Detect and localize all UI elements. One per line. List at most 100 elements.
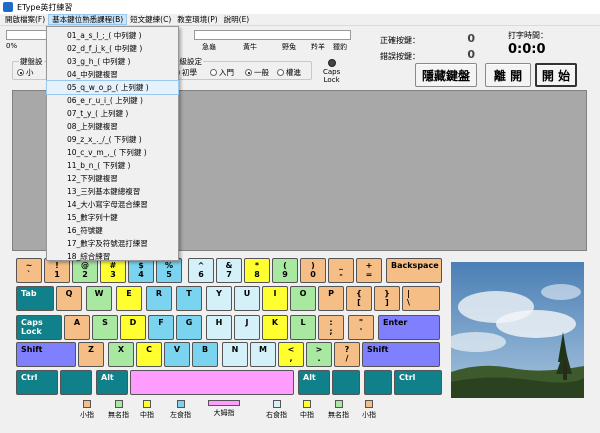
key[interactable]: B	[192, 342, 218, 367]
key-bottom-label: =	[365, 270, 373, 279]
key[interactable]: {[	[346, 286, 372, 311]
dropdown-item[interactable]: 17_數字及符號混打練習	[47, 237, 178, 250]
key[interactable]: T	[176, 286, 202, 311]
dropdown-item[interactable]: 10_c_v_m_,_( 下列鍵 )	[47, 146, 178, 159]
dropdown-item[interactable]: 06_e_r_u_i_( 上列鍵 )	[47, 94, 178, 107]
key[interactable]: V	[164, 342, 190, 367]
key[interactable]: & 7	[216, 258, 242, 283]
key[interactable]: + =	[356, 258, 382, 283]
keyboard-option-radio[interactable]: 小	[17, 67, 34, 78]
key[interactable]	[130, 370, 294, 395]
menu-classroom[interactable]: 教室環境(P)	[174, 14, 220, 25]
key[interactable]: :;	[318, 315, 344, 340]
dropdown-item[interactable]: 08_上列鍵複習	[47, 120, 178, 133]
dropdown-item[interactable]: 14_大小寫字母混合練習	[47, 198, 178, 211]
key[interactable]: | \	[402, 286, 440, 311]
key[interactable]: Shift	[16, 342, 76, 367]
key[interactable]: K	[262, 315, 288, 340]
key[interactable]: L	[290, 315, 316, 340]
dropdown-item[interactable]: 07_t_y_( 上列鍵 )	[47, 107, 178, 120]
key[interactable]: J	[234, 315, 260, 340]
key[interactable]	[60, 370, 92, 395]
dropdown-item[interactable]: 05_q_w_o_p_( 上列鍵 )	[46, 80, 179, 95]
menu-basic-keys[interactable]: 基本鍵位熟悉課程(B)	[48, 14, 128, 25]
key[interactable]: M	[250, 342, 276, 367]
key[interactable]	[332, 370, 360, 395]
key[interactable]: G	[176, 315, 202, 340]
key[interactable]: Alt	[96, 370, 128, 395]
key[interactable]: Backspace	[386, 258, 442, 283]
key[interactable]: Z	[78, 342, 104, 367]
key[interactable]: * 8	[244, 258, 270, 283]
key-bottom-label: ;	[329, 327, 333, 336]
key-bottom-label: `	[27, 270, 31, 279]
key[interactable]: ~ `	[16, 258, 42, 283]
key[interactable]: Shift	[362, 342, 440, 367]
key[interactable]: W	[86, 286, 112, 311]
key[interactable]: " '	[348, 315, 374, 340]
key[interactable]: S	[92, 315, 118, 340]
key[interactable]: _ -	[328, 258, 354, 283]
dropdown-item[interactable]: 03_g_h_( 中列鍵 )	[47, 55, 178, 68]
level-entry-radio[interactable]: 入門	[210, 67, 234, 78]
dropdown-item[interactable]: 15_數字列十鍵	[47, 211, 178, 224]
key[interactable]: H	[206, 315, 232, 340]
level-normal-radio[interactable]: 一般	[245, 67, 269, 78]
key[interactable]: Enter	[378, 315, 440, 340]
key[interactable]: A	[64, 315, 90, 340]
key-top-label: ?	[344, 345, 350, 354]
key[interactable]: Y	[206, 286, 232, 311]
key[interactable]: Ctrl	[16, 370, 58, 395]
key[interactable]: R	[146, 286, 172, 311]
key[interactable]	[364, 370, 392, 395]
key[interactable]: Ctrl	[394, 370, 442, 395]
dropdown-item[interactable]: 16_符號鍵	[47, 224, 178, 237]
key[interactable]: O	[290, 286, 316, 311]
key[interactable]: P	[318, 286, 344, 311]
key-top-label: Shift	[21, 345, 43, 354]
key[interactable]: >.	[306, 342, 332, 367]
key[interactable]: Tab	[16, 286, 54, 311]
key[interactable]: U	[234, 286, 260, 311]
dropdown-item[interactable]: 01_a_s_l_;_( 中列鍵 )	[47, 29, 178, 42]
leave-button[interactable]: 離 開	[485, 63, 531, 87]
key-top-label: U	[243, 289, 251, 298]
typing-time-label: 打字時間：	[508, 31, 548, 40]
hide-keyboard-button[interactable]: 隱藏鍵盤	[415, 63, 477, 87]
key[interactable]: X	[108, 342, 134, 367]
legend-swatch	[365, 400, 373, 408]
menu-short-text[interactable]: 短文鍵練(C)	[127, 14, 174, 25]
key[interactable]: <,	[278, 342, 304, 367]
key[interactable]: ) 0	[300, 258, 326, 283]
key[interactable]: N	[222, 342, 248, 367]
dropdown-item[interactable]: 11_b_n_( 下列鍵 )	[47, 159, 178, 172]
menu-help[interactable]: 說明(E)	[221, 14, 253, 25]
key-bottom-label: 1	[54, 270, 60, 279]
key[interactable]: D	[120, 315, 146, 340]
key[interactable]: ? /	[334, 342, 360, 367]
key-top-label: ^	[197, 261, 205, 270]
dropdown-item[interactable]: 09_z_x_._/_( 下列鍵 )	[47, 133, 178, 146]
key[interactable]: Caps Lock	[16, 315, 62, 340]
dropdown-item[interactable]: 13_三列基本鍵總複習	[47, 185, 178, 198]
key[interactable]: ^ 6	[188, 258, 214, 283]
key[interactable]: Q	[56, 286, 82, 311]
dropdown-item[interactable]: 04_中列鍵複習	[47, 68, 178, 81]
dropdown-item[interactable]: 12_下列鍵複習	[47, 172, 178, 185]
key-bottom-label: 8	[254, 270, 260, 279]
key[interactable]: C	[136, 342, 162, 367]
key[interactable]: Alt	[298, 370, 330, 395]
key[interactable]: (9	[272, 258, 298, 283]
start-button[interactable]: 開 始	[535, 63, 577, 87]
menu-file[interactable]: 開啟檔案(F)	[2, 14, 48, 25]
radio-dot	[245, 69, 252, 76]
key[interactable]: F	[148, 315, 174, 340]
dropdown-item[interactable]: 18_綜合練習	[47, 250, 178, 263]
key[interactable]: I	[262, 286, 288, 311]
key-bottom-label: '	[359, 327, 363, 336]
dropdown-item[interactable]: 02_d_f_j_k_( 中列鍵 )	[47, 42, 178, 55]
key[interactable]: E	[116, 286, 142, 311]
key-top-label: Enter	[383, 318, 408, 327]
level-advanced-radio[interactable]: 權進	[277, 67, 301, 78]
key[interactable]: }]	[374, 286, 400, 311]
